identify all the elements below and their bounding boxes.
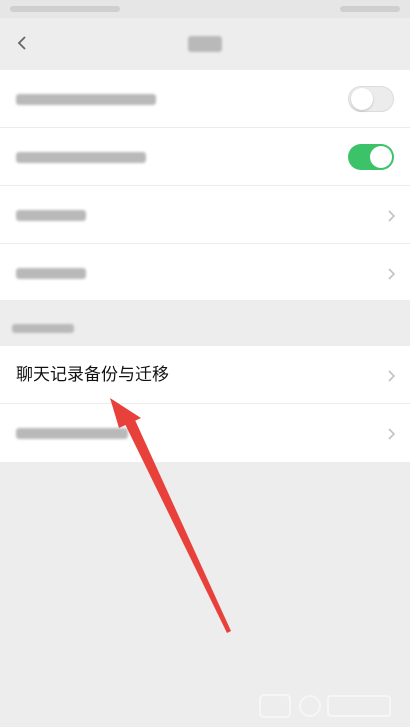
setting-row-2-label-blurred (16, 152, 146, 163)
page-title (0, 33, 410, 55)
baidu-jingyan-watermark (252, 689, 402, 723)
chevron-right-icon (386, 266, 396, 280)
page-title-blurred-text (188, 36, 222, 52)
setting-row-2[interactable] (0, 128, 410, 186)
navigation-bar (0, 18, 410, 70)
chat-history-group: 聊天记录备份与迁移 (0, 346, 410, 462)
setting-row-1-label-blurred (16, 94, 156, 105)
status-bar (0, 0, 410, 18)
clear-chat-history-row[interactable] (0, 404, 410, 462)
setting-row-3-label-blurred (16, 210, 86, 221)
setting-row-1[interactable] (0, 70, 410, 128)
chevron-right-icon (386, 368, 396, 382)
setting-row-3[interactable] (0, 186, 410, 244)
setting-row-1-toggle[interactable] (348, 86, 394, 112)
toggle-knob (370, 146, 392, 168)
watermark-logo (259, 694, 391, 718)
chat-history-section-header (0, 300, 410, 346)
chat-history-backup-migrate-row[interactable]: 聊天记录备份与迁移 (0, 346, 410, 404)
clear-chat-history-label-blurred (16, 428, 128, 439)
toggle-knob (351, 88, 373, 110)
section-header-blurred-text (12, 324, 74, 333)
settings-group (0, 70, 410, 302)
setting-row-4-label-blurred (16, 268, 86, 279)
chevron-right-icon (386, 426, 396, 440)
chat-history-backup-migrate-label: 聊天记录备份与迁移 (16, 365, 169, 385)
setting-row-4[interactable] (0, 244, 410, 302)
status-bar-right-blur (340, 6, 400, 12)
setting-row-2-toggle[interactable] (348, 144, 394, 170)
status-bar-left-blur (10, 6, 120, 12)
chevron-right-icon (386, 208, 396, 222)
